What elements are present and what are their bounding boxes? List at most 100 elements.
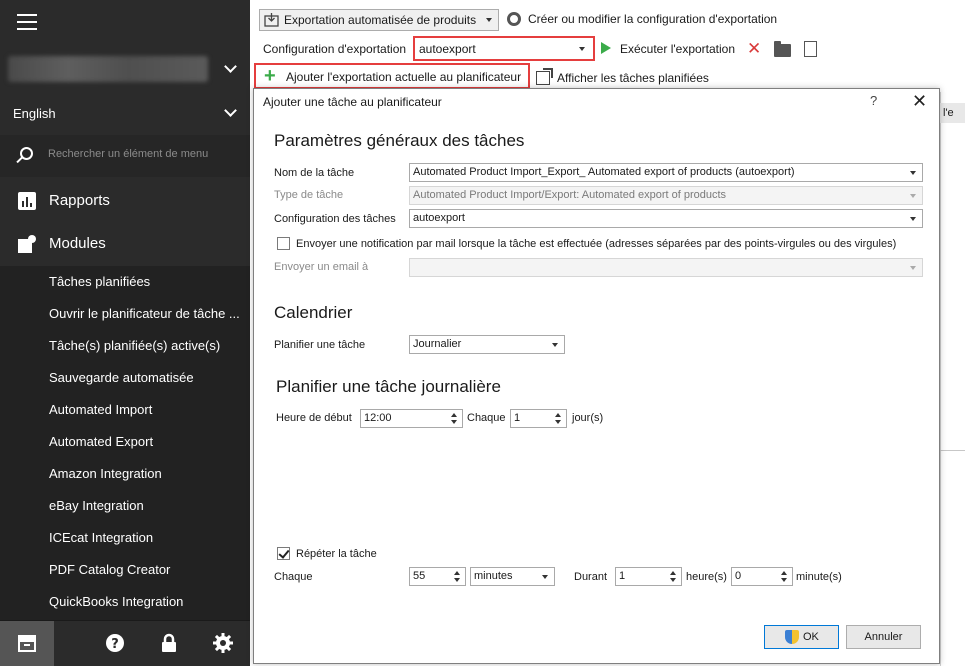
export-mode-dropdown[interactable]: Exportation automatisée de produits — [259, 9, 499, 31]
chevron-up-icon[interactable] — [454, 571, 460, 575]
modules-submenu: Tâches planifiées Ouvrir le planificateu… — [0, 266, 250, 620]
minutes-unit-label: minute(s) — [796, 571, 842, 583]
chevron-down-icon — [910, 171, 916, 175]
task-config-label: Configuration des tâches — [274, 213, 396, 225]
schedule-select[interactable]: Journalier — [409, 335, 565, 354]
uac-shield-icon — [785, 630, 799, 645]
duration-label: Durant — [574, 571, 608, 583]
settings-button[interactable] — [213, 633, 233, 653]
delete-icon[interactable]: ✕ — [747, 40, 761, 57]
nav-reports-label: Rapports — [49, 192, 110, 209]
chevron-down-icon — [486, 18, 492, 22]
play-icon — [601, 42, 611, 54]
task-type-value: Automated Product Import/Export: Automat… — [413, 189, 727, 201]
chevron-up-icon[interactable] — [670, 571, 676, 575]
chevron-up-icon[interactable] — [451, 413, 457, 417]
every-day-stepper[interactable]: 1 — [510, 409, 567, 428]
hamburger-menu-icon[interactable] — [17, 14, 37, 30]
start-time-label: Heure de début — [276, 412, 352, 424]
notify-checkbox[interactable] — [277, 237, 290, 250]
schedule-label: Planifier une tâche — [274, 339, 366, 351]
background-panel — [940, 92, 965, 666]
calendar-heading: Calendrier — [274, 303, 353, 322]
cancel-button[interactable]: Annuler — [846, 625, 921, 649]
notify-label: Envoyer une notification par mail lorsqu… — [296, 238, 897, 250]
language-selector[interactable]: English — [13, 106, 56, 121]
background-tab: l'e — [940, 103, 965, 123]
repeat-unit-value: minutes — [474, 570, 513, 582]
sidebar-bottom-bar: ? — [0, 620, 250, 666]
duration-hours-stepper[interactable]: 1 — [615, 567, 682, 586]
repeat-checkbox[interactable] — [277, 547, 290, 560]
task-name-label: Nom de la tâche — [274, 167, 355, 179]
repeat-every-stepper[interactable]: 55 — [409, 567, 466, 586]
store-icon — [18, 635, 36, 652]
lock-button[interactable] — [159, 633, 179, 653]
ok-button[interactable]: OK — [764, 625, 839, 649]
export-config-label: Configuration d'exportation — [263, 42, 407, 56]
export-mode-value: Exportation automatisée de produits — [284, 13, 477, 27]
export-config-value: autoexport — [419, 42, 476, 56]
create-config-button[interactable]: Créer ou modifier la configuration d'exp… — [528, 12, 777, 26]
sidebar-item-open-scheduler[interactable]: Ouvrir le planificateur de tâche ... — [0, 298, 250, 330]
sidebar-item-auto-backup[interactable]: Sauvegarde automatisée — [0, 362, 250, 394]
nav-modules[interactable]: Modules — [0, 222, 250, 266]
show-scheduled-tasks-link[interactable]: Afficher les tâches planifiées — [557, 71, 709, 85]
svg-text:?: ? — [111, 637, 119, 652]
gear-icon — [213, 633, 233, 653]
sidebar-item-pdf-catalog[interactable]: PDF Catalog Creator — [0, 554, 250, 586]
duration-minutes-stepper[interactable]: 0 — [731, 567, 793, 586]
nav-reports[interactable]: Rapports — [0, 179, 250, 223]
ok-button-label: OK — [803, 631, 819, 643]
chevron-down-icon — [910, 266, 916, 270]
sidebar-item-ebay[interactable]: eBay Integration — [0, 490, 250, 522]
repeat-every-value: 55 — [413, 570, 426, 582]
chevron-down-icon[interactable] — [670, 578, 676, 582]
sidebar-item-automated-export[interactable]: Automated Export — [0, 426, 250, 458]
sidebar-item-amazon[interactable]: Amazon Integration — [0, 458, 250, 490]
gear-icon — [507, 12, 521, 26]
chevron-down-icon[interactable] — [781, 578, 787, 582]
reports-icon — [18, 192, 36, 210]
chevron-up-icon[interactable] — [781, 571, 787, 575]
modules-icon — [18, 235, 36, 253]
sidebar-item-quickbooks[interactable]: QuickBooks Integration — [0, 586, 250, 618]
repeat-unit-select[interactable]: minutes — [470, 567, 555, 586]
chevron-down-icon[interactable] — [555, 420, 561, 424]
chevron-down-icon[interactable] — [451, 420, 457, 424]
export-config-select[interactable]: autoexport — [413, 36, 595, 61]
run-export-button[interactable]: Exécuter l'exportation — [620, 42, 735, 56]
close-icon[interactable]: ✕ — [912, 91, 927, 112]
chevron-up-icon[interactable] — [555, 413, 561, 417]
chevron-down-icon[interactable] — [224, 60, 237, 73]
plus-icon: + — [264, 65, 276, 87]
chevron-down-icon[interactable] — [224, 104, 237, 117]
start-time-value: 12:00 — [364, 412, 392, 424]
chevron-down-icon[interactable] — [454, 578, 460, 582]
account-selector[interactable] — [8, 56, 208, 82]
days-unit-label: jour(s) — [572, 412, 604, 424]
sidebar-item-automated-import[interactable]: Automated Import — [0, 394, 250, 426]
export-icon — [264, 13, 279, 27]
store-button[interactable] — [0, 621, 54, 666]
sidebar-item-scheduled-tasks[interactable]: Tâches planifiées — [0, 266, 250, 298]
task-name-select[interactable]: Automated Product Import_Export_ Automat… — [409, 163, 923, 182]
duration-hours-value: 1 — [619, 570, 626, 582]
sidebar-item-active-tasks[interactable]: Tâche(s) planifiée(s) active(s) — [0, 330, 250, 362]
start-time-stepper[interactable]: 12:00 — [360, 409, 463, 428]
repeat-label: Répéter la tâche — [296, 548, 377, 560]
repeat-every-label: Chaque — [274, 571, 313, 583]
new-file-icon[interactable] — [804, 41, 817, 57]
dialog-title: Ajouter une tâche au planificateur — [263, 95, 442, 109]
chevron-down-icon — [910, 194, 916, 198]
add-to-scheduler-button[interactable]: + Ajouter l'exportation actuelle au plan… — [254, 63, 530, 89]
task-type-label: Type de tâche — [274, 189, 344, 201]
folder-icon[interactable] — [774, 41, 791, 57]
help-icon: ? — [106, 634, 124, 652]
help-button[interactable]: ? — [105, 633, 125, 653]
task-config-select[interactable]: autoexport — [409, 209, 923, 228]
daily-heading: Planifier une tâche journalière — [276, 377, 501, 396]
menu-search[interactable]: Rechercher un élément de menu — [0, 135, 250, 177]
help-icon[interactable]: ? — [870, 93, 877, 108]
sidebar-item-icecat[interactable]: ICEcat Integration — [0, 522, 250, 554]
